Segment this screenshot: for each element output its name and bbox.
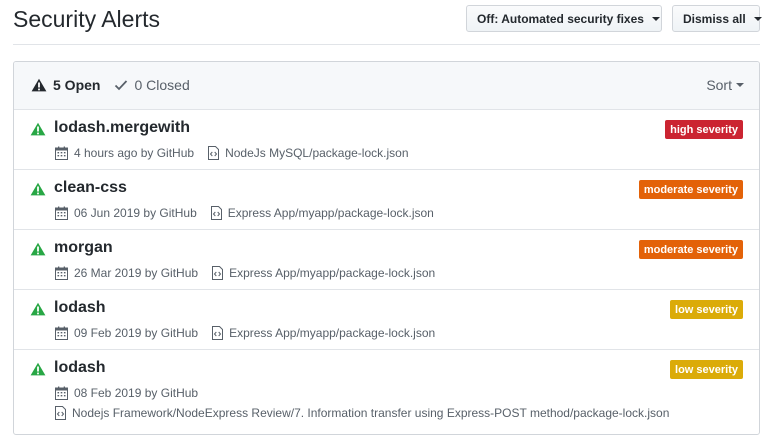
chevron-down-icon (736, 83, 744, 87)
alert-row: clean-css moderate severity 06 Jun 2019 by… (14, 170, 759, 230)
alert-meta: 26 Mar 2019 by GitHub Express App/myapp/p… (55, 266, 435, 280)
chevron-down-icon (753, 16, 762, 21)
severity-badge: high severity (665, 120, 743, 139)
alert-package-link[interactable]: lodash.mergewith (54, 119, 190, 137)
alert-icon (30, 302, 46, 321)
alert-row: lodash low severity 08 Feb 2019 by GitHub N… (14, 350, 759, 430)
calendar-icon (55, 266, 68, 280)
alert-package-link[interactable]: clean-css (54, 179, 127, 197)
alert-meta: 09 Feb 2019 by GitHub Express App/myapp/p… (55, 326, 435, 340)
automated-security-fixes-button[interactable]: Off: Automated security fixes (466, 5, 662, 32)
alert-manifest-path[interactable]: NodeJs MySQL/package-lock.json (225, 146, 408, 160)
alert-path-line: Nodejs Framework/NodeExpress Review/7. I… (55, 406, 669, 420)
severity-badge: moderate severity (638, 180, 743, 199)
open-count-label: 5 Open (53, 77, 101, 93)
alert-date: 4 hours ago by GitHub (74, 146, 195, 160)
alerts-list-header: 5 Open 0 Closed Sort (14, 62, 759, 110)
calendar-icon (55, 206, 68, 220)
dismiss-all-label: Dismiss all (683, 11, 746, 26)
file-code-icon (212, 266, 224, 280)
severity-badge: low severity (670, 360, 743, 379)
page-title: Security Alerts (13, 6, 160, 32)
file-code-icon (212, 326, 224, 340)
check-icon (115, 80, 128, 91)
alert-icon (30, 182, 46, 201)
filter-open[interactable]: 5 Open (31, 77, 100, 93)
alert-date: 09 Feb 2019 by GitHub (74, 326, 199, 340)
sort-dropdown[interactable]: Sort (706, 77, 744, 93)
calendar-icon (55, 146, 68, 160)
alert-icon (31, 78, 47, 92)
alert-date: 26 Mar 2019 by GitHub (74, 266, 199, 280)
filter-closed[interactable]: 0 Closed (114, 77, 190, 93)
alert-row: morgan moderate severity 26 Mar 2019 by Gi… (14, 230, 759, 290)
alert-row: lodash.mergewith high severity 4 hours ago… (14, 110, 759, 170)
alert-meta: 06 Jun 2019 by GitHub Express App/myapp/p… (55, 206, 434, 220)
alert-manifest-path[interactable]: Nodejs Framework/NodeExpress Review/7. I… (72, 406, 669, 420)
automated-security-fixes-label: Off: Automated security fixes (477, 11, 644, 26)
page-header: Security Alerts Off: Automated security … (13, 0, 762, 45)
alert-package-link[interactable]: lodash (54, 359, 106, 377)
dismiss-all-button[interactable]: Dismiss all (672, 5, 762, 32)
alert-meta: 08 Feb 2019 by GitHub (55, 386, 198, 400)
chevron-down-icon (651, 16, 660, 21)
alert-manifest-path[interactable]: Express App/myapp/package-lock.json (229, 266, 435, 280)
alert-package-link[interactable]: morgan (54, 239, 113, 257)
alerts-list: 5 Open 0 Closed Sort lodash.mergewith hig… (13, 61, 760, 435)
alert-icon (30, 122, 46, 141)
alert-package-link[interactable]: lodash (54, 299, 106, 317)
alert-row: lodash low severity 09 Feb 2019 by GitHub E… (14, 290, 759, 350)
closed-count-label: 0 Closed (134, 77, 190, 93)
file-code-icon (55, 406, 66, 420)
file-code-icon (208, 146, 220, 160)
alert-manifest-path[interactable]: Express App/myapp/package-lock.json (229, 326, 435, 340)
alert-meta: 4 hours ago by GitHub NodeJs MySQL/packag… (55, 146, 409, 160)
alert-manifest-path[interactable]: Express App/myapp/package-lock.json (228, 206, 434, 220)
calendar-icon (55, 386, 68, 400)
severity-badge: low severity (670, 300, 743, 319)
alert-date: 06 Jun 2019 by GitHub (74, 206, 197, 220)
severity-badge: moderate severity (638, 240, 743, 259)
alert-icon (30, 362, 46, 381)
alert-date: 08 Feb 2019 by GitHub (74, 386, 199, 400)
calendar-icon (55, 326, 68, 340)
alert-icon (30, 242, 46, 261)
file-code-icon (210, 206, 222, 220)
sort-label: Sort (706, 77, 732, 93)
